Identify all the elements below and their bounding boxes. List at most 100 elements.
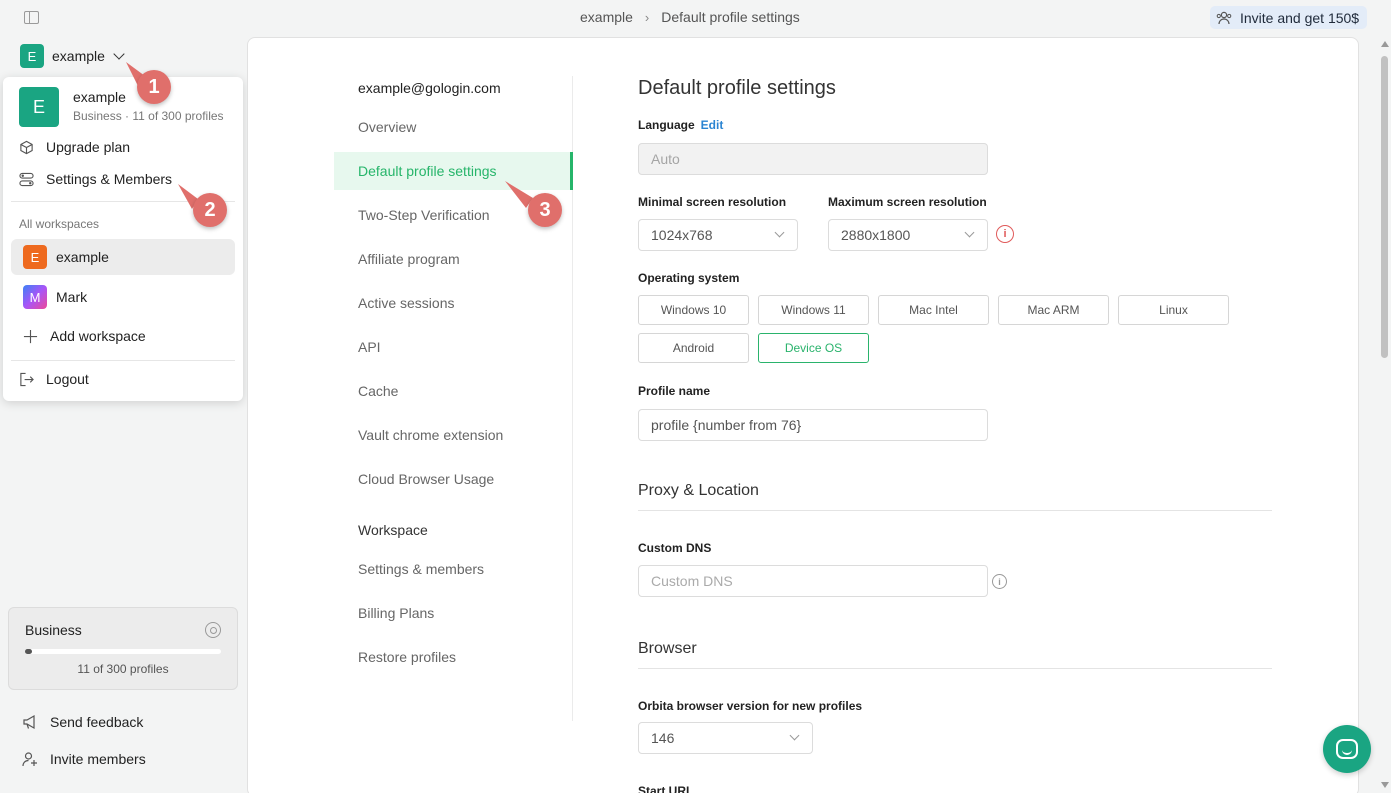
custom-dns-label: Custom DNS	[638, 541, 712, 555]
min-resolution-value: 1024x768	[651, 227, 713, 243]
profiles-usage-fill	[25, 649, 33, 654]
callout-2: 2	[193, 193, 227, 227]
callout-1: 1	[137, 70, 171, 104]
people-icon	[1216, 11, 1232, 24]
chevron-right-icon: ›	[644, 9, 650, 25]
orbita-version-value: 146	[651, 730, 675, 746]
os-option-mac-intel[interactable]: Mac Intel	[878, 295, 989, 325]
workspace-dropdown: E example Business · 11 of 300 profiles …	[3, 77, 243, 401]
min-resolution-select[interactable]: 1024x768	[638, 219, 798, 251]
invite-and-earn-button[interactable]: Invite and get 150$	[1210, 6, 1368, 29]
os-option-windows-10[interactable]: Windows 10	[638, 295, 749, 325]
browser-heading: Browser	[638, 640, 697, 657]
os-option-android[interactable]: Android	[638, 333, 749, 363]
logout-item[interactable]: Logout	[19, 371, 89, 387]
callout-3: 3	[528, 193, 562, 227]
os-label: Operating system	[638, 271, 740, 285]
divider	[11, 360, 235, 361]
nav-item-api[interactable]: API	[334, 328, 573, 366]
nav-item-affiliate-program[interactable]: Affiliate program	[334, 240, 573, 278]
max-resolution-label: Maximum screen resolution	[828, 195, 987, 209]
plus-icon	[23, 329, 38, 343]
logout-icon	[20, 372, 34, 386]
nav-item-settings-members[interactable]: Settings & members	[334, 550, 573, 588]
nav-item-overview[interactable]: Overview	[334, 108, 573, 146]
invite-members-label: Invite members	[50, 751, 146, 767]
language-label: Language	[638, 118, 695, 132]
add-user-icon	[22, 752, 37, 767]
nav-item-cache[interactable]: Cache	[334, 372, 573, 410]
os-option-mac-arm[interactable]: Mac ARM	[998, 295, 1109, 325]
breadcrumb-current: Default profile settings	[661, 9, 800, 25]
os-option-windows-11[interactable]: Windows 11	[758, 295, 869, 325]
workspace-item-example[interactable]: E example	[11, 239, 235, 275]
breadcrumb: example › Default profile settings	[580, 9, 800, 25]
scrollbar-thumb[interactable]	[1381, 56, 1388, 358]
nav-section-workspace: Workspace	[358, 522, 428, 538]
top-bar: example › Default profile settings Invit…	[0, 0, 1391, 36]
scrollbar[interactable]	[1379, 38, 1390, 793]
profile-name-input[interactable]: profile {number from 76}	[638, 409, 988, 441]
orbita-version-label: Orbita browser version for new profiles	[638, 699, 863, 713]
send-feedback-button[interactable]: Send feedback	[22, 714, 143, 730]
current-workspace-avatar: E	[19, 87, 59, 127]
gear-icon[interactable]	[205, 622, 221, 638]
min-resolution-label: Minimal screen resolution	[638, 195, 787, 209]
max-resolution-value: 2880x1800	[841, 227, 911, 243]
os-option-device-os[interactable]: Device OS	[758, 333, 869, 363]
chat-icon	[1336, 739, 1358, 759]
nav-item-active-sessions[interactable]: Active sessions	[334, 284, 573, 322]
invite-and-earn-label: Invite and get 150$	[1240, 9, 1360, 26]
breadcrumb-workspace[interactable]: example	[580, 9, 633, 25]
nav-item-vault-chrome-extension[interactable]: Vault chrome extension	[334, 416, 573, 454]
page-title: Default profile settings	[638, 77, 836, 99]
divider	[638, 510, 1272, 511]
all-workspaces-caption: All workspaces	[19, 217, 100, 231]
workspace-item-label: Mark	[56, 289, 88, 305]
workspace-name: example	[52, 48, 105, 64]
workspace-avatar: E	[23, 245, 47, 269]
megaphone-icon	[23, 714, 35, 730]
add-workspace-item[interactable]: Add workspace	[23, 328, 146, 344]
chevron-down-icon	[774, 227, 785, 238]
chevron-down-icon	[789, 730, 800, 741]
workspace-avatar: E	[20, 44, 44, 68]
workspace-switcher[interactable]: E example	[20, 44, 125, 68]
info-icon[interactable]: i	[992, 574, 1007, 589]
profile-name-label: Profile name	[638, 384, 711, 398]
nav-item-cloud-browser-usage[interactable]: Cloud Browser Usage	[334, 460, 573, 498]
divider	[638, 668, 1272, 669]
max-resolution-select[interactable]: 2880x1800	[828, 219, 988, 251]
language-edit-link[interactable]: Edit	[701, 118, 724, 132]
invite-members-button[interactable]: Invite members	[22, 751, 146, 767]
logout-label: Logout	[46, 371, 89, 387]
chevron-down-icon	[113, 48, 125, 60]
profiles-usage-bar	[25, 649, 221, 654]
os-option-linux[interactable]: Linux	[1118, 295, 1229, 325]
send-feedback-label: Send feedback	[50, 714, 144, 730]
current-workspace-plan: Business · 11 of 300 profiles	[73, 109, 224, 123]
sidebar-toggle-icon[interactable]	[24, 11, 39, 24]
custom-dns-input[interactable]: Custom DNS	[638, 565, 988, 597]
upgrade-plan-label: Upgrade plan	[46, 139, 131, 155]
nav-item-restore-profiles[interactable]: Restore profiles	[334, 638, 573, 676]
nav-item-billing-plans[interactable]: Billing Plans	[334, 594, 573, 632]
upgrade-plan-item[interactable]: Upgrade plan	[19, 139, 130, 155]
settings-nav: example@gologin.com Overview Default pro…	[334, 76, 573, 721]
plan-title: Business	[25, 622, 82, 638]
workspace-item-label: example	[56, 249, 109, 265]
start-url-label: Start URL	[638, 784, 694, 793]
workspace-item-mark[interactable]: M Mark	[11, 279, 235, 315]
language-label-row: Language Edit	[638, 118, 723, 132]
support-chat-button[interactable]	[1323, 725, 1371, 773]
warning-info-icon[interactable]: i	[996, 225, 1014, 243]
settings-members-item[interactable]: Settings & Members	[19, 171, 172, 187]
scroll-up-arrow-icon[interactable]	[1381, 41, 1389, 47]
workspace-avatar: M	[23, 285, 47, 309]
cube-icon	[20, 140, 33, 154]
nav-item-default-profile-settings[interactable]: Default profile settings	[334, 152, 573, 190]
orbita-version-select[interactable]: 146	[638, 722, 813, 754]
toggles-icon	[19, 172, 34, 186]
add-workspace-label: Add workspace	[50, 328, 146, 344]
scroll-down-arrow-icon[interactable]	[1381, 782, 1389, 788]
